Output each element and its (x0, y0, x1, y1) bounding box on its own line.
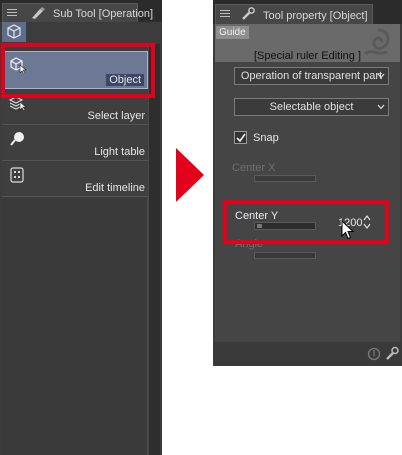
snap-label: Snap (253, 132, 279, 144)
panel-title: Sub Tool [Operation] (53, 8, 154, 20)
snap-checkbox[interactable] (234, 131, 247, 144)
arrow-right-icon (176, 148, 204, 202)
selectable-dropdown-value: Selectable object (269, 101, 354, 113)
guide-text: [Special ruler Editing ] (254, 50, 361, 62)
tool-row-light-table[interactable]: Light table (2, 126, 148, 161)
panel-tab-bar: Sub Tool [Operation] (0, 0, 162, 22)
tool-row-label: Edit timeline (85, 182, 145, 194)
angle-slider[interactable] (254, 252, 316, 259)
menu-icon[interactable] (7, 7, 17, 17)
highlight-box-object (1, 43, 155, 98)
panel-footer (213, 342, 402, 366)
vertical-scrollbar[interactable] (148, 44, 160, 455)
guide-bar: Guide [Special ruler Editing ] (215, 24, 400, 62)
guide-label: Guide (216, 26, 249, 39)
highlight-box-center-y (223, 200, 389, 244)
tool-property-panel: Tool property [Object] Guide [Special ru… (213, 0, 402, 366)
wrench-settings-icon[interactable] (385, 346, 399, 361)
tool-row-edit-timeline[interactable]: Edit timeline (2, 162, 148, 197)
wrench-icon (242, 7, 255, 20)
operation-dropdown-value: Operation of transparent part (240, 70, 383, 82)
cube-icon[interactable] (6, 24, 22, 40)
edit-timeline-icon (10, 167, 24, 183)
initial-settings-icon[interactable] (367, 347, 381, 361)
empty-tool-area (2, 198, 148, 455)
tool-row-label: Light table (94, 146, 145, 158)
tool-row-label: Select layer (87, 110, 145, 122)
tool-property-tab[interactable]: Tool property [Object] (215, 4, 373, 24)
brush-tool-icon (32, 7, 45, 19)
menu-icon[interactable] (220, 8, 230, 18)
center-x-slider[interactable] (254, 175, 316, 182)
chevron-down-icon (377, 73, 385, 79)
selectable-object-dropdown[interactable]: Selectable object (234, 98, 389, 116)
tool-group-strip (2, 22, 160, 42)
operation-dropdown[interactable]: Operation of transparent part (234, 67, 389, 85)
property-area: Guide [Special ruler Editing ] Operation… (215, 24, 400, 342)
center-x-label: Center X (232, 162, 276, 174)
sub-tool-tab[interactable]: Sub Tool [Operation] (2, 3, 153, 22)
panel-title: Tool property [Object] (263, 10, 368, 22)
light-table-icon (10, 132, 24, 146)
panel-tab-bar: Tool property [Object] (213, 0, 402, 24)
checkmark-icon (236, 133, 246, 143)
chevron-down-icon (377, 104, 385, 110)
